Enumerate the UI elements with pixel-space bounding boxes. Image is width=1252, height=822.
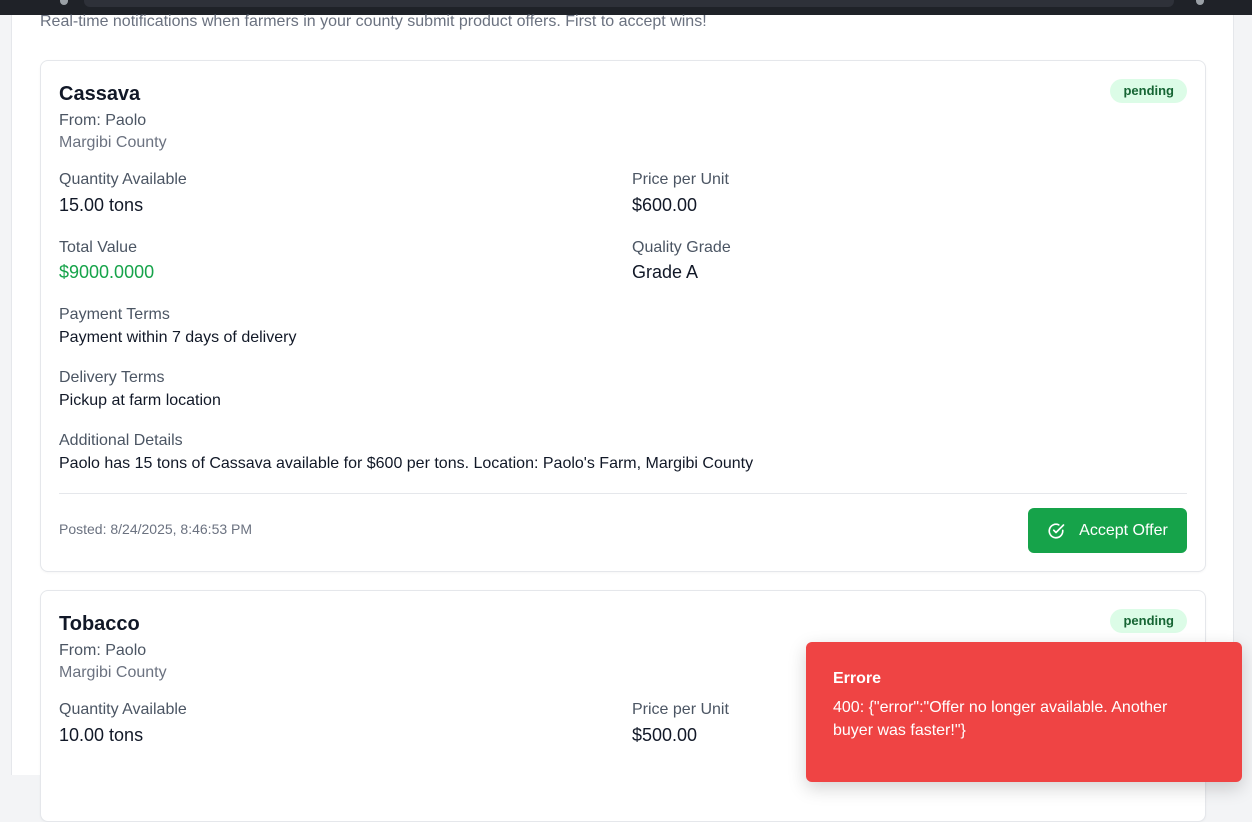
- price-label: Price per Unit: [632, 701, 729, 718]
- browser-menu-icon[interactable]: [1196, 0, 1204, 5]
- browser-icon: [60, 0, 68, 5]
- delivery-terms-label: Delivery Terms: [59, 369, 165, 386]
- county: Margibi County: [59, 664, 167, 681]
- payment-terms-label: Payment Terms: [59, 306, 170, 323]
- price-value: $500.00: [632, 725, 698, 745]
- additional-details-label: Additional Details: [59, 432, 183, 449]
- offer-card: Cassava pending From: Paolo Margibi Coun…: [40, 60, 1206, 572]
- product-name: Tobacco: [59, 613, 140, 635]
- check-circle-icon: [1047, 522, 1065, 540]
- toast-title: Errore: [833, 670, 882, 687]
- quantity-value: 15.00 tons: [59, 195, 144, 215]
- price-label: Price per Unit: [632, 171, 729, 188]
- farmer-name: From: Paolo: [59, 642, 147, 659]
- quantity-label: Quantity Available: [59, 701, 187, 718]
- quantity-value: 10.00 tons: [59, 725, 144, 745]
- grade-label: Quality Grade: [632, 239, 731, 256]
- payment-terms-value: Payment within 7 days of delivery: [59, 329, 297, 346]
- grade-value: Grade A: [632, 262, 699, 282]
- posted-timestamp: Posted: 8/24/2025, 8:46:53 PM: [59, 521, 253, 537]
- additional-details-value: Paolo has 15 tons of Cassava available f…: [59, 455, 754, 472]
- error-toast[interactable]: Errore 400: {"error":"Offer no longer av…: [806, 642, 1242, 782]
- quantity-label: Quantity Available: [59, 171, 187, 188]
- accept-offer-label: Accept Offer: [1079, 521, 1168, 539]
- price-value: $600.00: [632, 195, 698, 215]
- toast-message: 400: {"error":"Offer no longer available…: [833, 699, 1168, 739]
- total-label: Total Value: [59, 239, 137, 256]
- accept-offer-button[interactable]: Accept Offer: [1028, 508, 1187, 553]
- delivery-terms-value: Pickup at farm location: [59, 392, 221, 409]
- address-bar[interactable]: [84, 0, 1174, 7]
- farmer-name: From: Paolo: [59, 112, 147, 129]
- status-badge: pending: [1110, 609, 1187, 633]
- total-value: $9000.0000: [59, 262, 155, 282]
- card-divider: [59, 493, 1187, 494]
- status-badge: pending: [1110, 79, 1187, 103]
- county: Margibi County: [59, 134, 167, 151]
- page-subtitle: Real-time notifications when farmers in …: [40, 13, 707, 30]
- product-name: Cassava: [59, 83, 141, 105]
